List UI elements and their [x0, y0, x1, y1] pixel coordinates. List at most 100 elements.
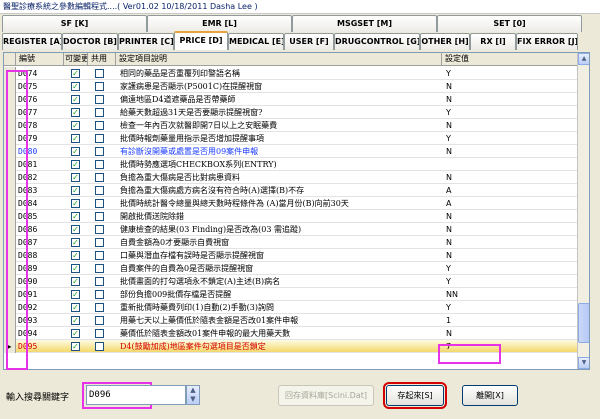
- shared-checkbox[interactable]: [95, 173, 104, 182]
- table-row[interactable]: D078 ✓ 檢查一年內百次就醫即開7日以上之安眠藥費 N: [4, 119, 578, 132]
- shared-checkbox[interactable]: [95, 134, 104, 143]
- shared-checkbox[interactable]: [95, 316, 104, 325]
- shared-checkbox[interactable]: [95, 186, 104, 195]
- shared-checkbox[interactable]: [95, 160, 104, 169]
- table-row[interactable]: D082 ✓ 負擔為重大傷病是否比對病患資料 N: [4, 171, 578, 184]
- row-value[interactable]: Y: [444, 301, 576, 314]
- editable-checkbox[interactable]: ✓: [71, 173, 80, 182]
- table-row[interactable]: D081 ✓ 批價時勢應選項CHECKBOX系列(ENTRY): [4, 158, 578, 171]
- row-value[interactable]: N: [444, 249, 576, 262]
- table-row[interactable]: D084 ✓ 批價時統計醫令總量與總天數時程條件為 (A)當月份(B)向前30天 A: [4, 197, 578, 210]
- editable-checkbox[interactable]: ✓: [71, 342, 80, 351]
- table-row[interactable]: D094 ✓ 藥價低於隨表金額改01案件申報的最大用藥天數 N: [4, 327, 578, 340]
- editable-checkbox[interactable]: ✓: [71, 108, 80, 117]
- table-row[interactable]: D085 ✓ 開啟批價送院除錯 N: [4, 210, 578, 223]
- shared-checkbox[interactable]: [95, 342, 104, 351]
- table-row[interactable]: D087 ✓ 自費金額為0才要顯示自費視窗 N: [4, 236, 578, 249]
- tab-other[interactable]: OTHER [H]: [420, 33, 470, 50]
- search-input[interactable]: D096: [86, 385, 186, 405]
- tab-fix-error[interactable]: FIX ERROR [J]: [516, 33, 578, 50]
- spin-down-icon[interactable]: ▼: [187, 395, 199, 404]
- shared-checkbox[interactable]: [95, 329, 104, 338]
- tab-user[interactable]: USER [F]: [284, 33, 334, 50]
- scroll-down-icon[interactable]: ▼: [578, 357, 589, 369]
- settings-grid[interactable]: 編號 可變更 共用 設定項目說明 設定值 D074 ✓ 相同的藥品是否重覆列印警語名…: [3, 52, 590, 370]
- table-row[interactable]: D092 ✓ 重新批價時藥費列印(1)自動(2)手動(3)詢問 Y: [4, 301, 578, 314]
- table-row[interactable]: D091 ✓ 部份負擔009批價存檔是否提醒 NN: [4, 288, 578, 301]
- row-value[interactable]: A: [444, 184, 576, 197]
- scroll-thumb[interactable]: [578, 303, 589, 343]
- vertical-scrollbar[interactable]: ▲ ▼: [577, 53, 589, 369]
- shared-checkbox[interactable]: [95, 277, 104, 286]
- shared-checkbox[interactable]: [95, 290, 104, 299]
- editable-checkbox[interactable]: ✓: [71, 290, 80, 299]
- shared-checkbox[interactable]: [95, 95, 104, 104]
- row-value[interactable]: Y: [444, 262, 576, 275]
- table-row[interactable]: D089 ✓ 自費案件的自費為0是否顯示提醒視窗 Y: [4, 262, 578, 275]
- scroll-up-icon[interactable]: ▲: [578, 53, 589, 65]
- table-row[interactable]: D080 ✓ 有診斷沒開藥或處置是否用09案件申報 N: [4, 145, 578, 158]
- editable-checkbox[interactable]: ✓: [71, 199, 80, 208]
- exit-button[interactable]: 離開[X]: [462, 385, 518, 406]
- shared-checkbox[interactable]: [95, 303, 104, 312]
- row-value[interactable]: N: [444, 80, 576, 93]
- row-value[interactable]: Y: [444, 132, 576, 145]
- table-row[interactable]: D076 ✓ 偏遠地區D4道遮藥品是否帶藥師 N: [4, 93, 578, 106]
- row-value[interactable]: Y: [444, 67, 576, 80]
- editable-checkbox[interactable]: ✓: [71, 251, 80, 260]
- editable-checkbox[interactable]: ✓: [71, 277, 80, 286]
- editable-checkbox[interactable]: ✓: [71, 238, 80, 247]
- row-value[interactable]: N: [444, 236, 576, 249]
- table-row[interactable]: D075 ✓ 家護病患是否顯示(P5001C)在提醒視窗 N: [4, 80, 578, 93]
- row-value[interactable]: N: [444, 223, 576, 236]
- editable-checkbox[interactable]: ✓: [71, 225, 80, 234]
- shared-checkbox[interactable]: [95, 108, 104, 117]
- table-row[interactable]: D093 ✓ 用藥七天以上藥價低於隨表金額是否改01案件申報 1: [4, 314, 578, 327]
- table-row[interactable]: D083 ✓ 負擔為重大傷病處方病名沒有符合時(A)選擇(B)不存 A: [4, 184, 578, 197]
- table-row[interactable]: D088 ✓ 口藥與潛血存檔有誤時是否顯示提醒視窗 N: [4, 249, 578, 262]
- editable-checkbox[interactable]: ✓: [71, 264, 80, 273]
- editable-checkbox[interactable]: ✓: [71, 316, 80, 325]
- shared-checkbox[interactable]: [95, 251, 104, 260]
- table-row[interactable]: D090 ✓ 批價畫面的打勾選項永不鎖定(A)主述(B)病名 Y: [4, 275, 578, 288]
- tab-emr[interactable]: EMR [L]: [147, 15, 292, 32]
- editable-checkbox[interactable]: ✓: [71, 147, 80, 156]
- search-spinner[interactable]: ▲ ▼: [186, 385, 200, 405]
- shared-checkbox[interactable]: [95, 147, 104, 156]
- row-value[interactable]: A: [444, 197, 576, 210]
- editable-checkbox[interactable]: ✓: [71, 95, 80, 104]
- row-value[interactable]: N: [444, 119, 576, 132]
- tab-set[interactable]: SET [0]: [437, 15, 582, 32]
- row-value[interactable]: N: [444, 171, 576, 184]
- header-description[interactable]: 設定項目說明: [116, 53, 442, 66]
- table-row[interactable]: D086 ✓ 健康檢查的結果(03 Finding)是否改為(03 需追蹤) N: [4, 223, 578, 236]
- row-value[interactable]: Y: [444, 106, 576, 119]
- tab-doctor[interactable]: DOCTOR [B]: [62, 33, 118, 50]
- table-row[interactable]: D074 ✓ 相同的藥品是否重覆列印警語名稱 Y: [4, 67, 578, 80]
- editable-checkbox[interactable]: ✓: [71, 212, 80, 221]
- restore-db-button[interactable]: 回存資料庫[Scini.Dat]: [278, 385, 374, 406]
- tab-msgset[interactable]: MSGSET [M]: [292, 15, 437, 32]
- shared-checkbox[interactable]: [95, 121, 104, 130]
- editable-checkbox[interactable]: ✓: [71, 160, 80, 169]
- table-row[interactable]: D079 ✓ 批價時報劑藥量用指示是否增加提醒事項 Y: [4, 132, 578, 145]
- shared-checkbox[interactable]: [95, 238, 104, 247]
- row-value[interactable]: N: [444, 93, 576, 106]
- tab-price[interactable]: PRICE [D]: [174, 31, 228, 50]
- editable-checkbox[interactable]: ✓: [71, 121, 80, 130]
- header-value[interactable]: 設定值: [442, 53, 578, 66]
- shared-checkbox[interactable]: [95, 225, 104, 234]
- shared-checkbox[interactable]: [95, 212, 104, 221]
- tab-drugcontrol[interactable]: DRUGCONTROL [G]: [334, 33, 420, 50]
- row-value[interactable]: N: [444, 210, 576, 223]
- save-button[interactable]: 存起來[S]: [383, 382, 447, 409]
- row-value[interactable]: N: [444, 145, 576, 158]
- shared-checkbox[interactable]: [95, 82, 104, 91]
- row-value[interactable]: [444, 158, 576, 171]
- editable-checkbox[interactable]: ✓: [71, 134, 80, 143]
- editable-checkbox[interactable]: ✓: [71, 69, 80, 78]
- editable-checkbox[interactable]: ✓: [71, 186, 80, 195]
- row-value[interactable]: NN: [444, 288, 576, 301]
- row-value[interactable]: 1: [444, 314, 576, 327]
- spin-up-icon[interactable]: ▲: [187, 386, 199, 395]
